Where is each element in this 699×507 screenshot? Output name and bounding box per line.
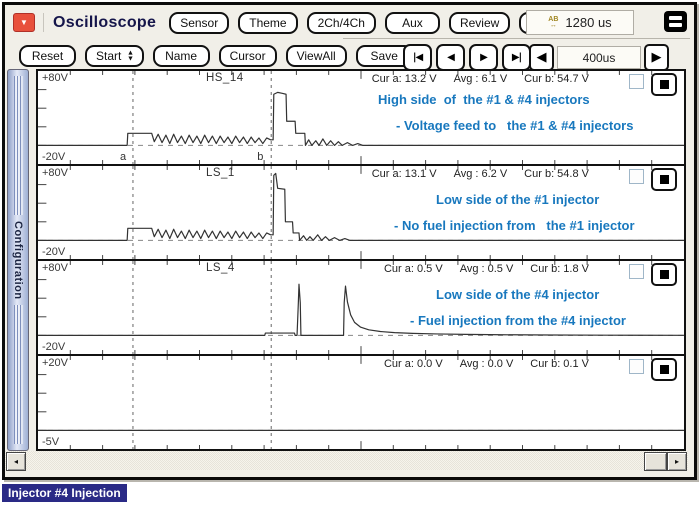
measurement-readout: Cur a: 13.2 V Avg : 6.1 V Cur b: 54.7 V bbox=[372, 73, 589, 85]
channel-checkbox[interactable] bbox=[629, 264, 644, 279]
cursor-a-value: Cur a: 0.0 V bbox=[383, 358, 443, 370]
toolbar-bottom: Reset Start ▲ ▼ Name Cursor ViewAll Save bbox=[19, 43, 422, 69]
status-badge: Injector #4 Injection bbox=[2, 484, 127, 502]
window-list-icon[interactable] bbox=[664, 11, 687, 32]
sidebar-label: Configuration bbox=[12, 220, 24, 300]
v-min-label: -20V bbox=[42, 341, 66, 353]
avg-value: Avg : 6.1 V bbox=[453, 73, 508, 85]
tab-ridge bbox=[13, 76, 23, 215]
reset-button[interactable]: Reset bbox=[19, 45, 76, 67]
channel-enable-button[interactable] bbox=[651, 358, 677, 381]
channel-checkbox[interactable] bbox=[629, 359, 644, 374]
annotation-line: - Fuel injection from the #4 injector bbox=[410, 313, 626, 328]
v-max-label: +80V bbox=[42, 72, 68, 84]
channel-2-ls1[interactable]: +80V LS_1 Cur a: 13.1 V Avg : 6.2 V Cur … bbox=[38, 166, 684, 261]
cursor-b-value: Cur b: 1.8 V bbox=[530, 263, 589, 275]
scroll-right-icon[interactable]: ▸ bbox=[667, 452, 687, 471]
theme-button[interactable]: Theme bbox=[238, 11, 298, 34]
ab-time-value: 1280 us bbox=[565, 15, 612, 30]
avg-value: Avg : 6.2 V bbox=[453, 168, 508, 180]
annotation-line: High side of the #1 & #4 injectors bbox=[378, 92, 590, 107]
cursor-a-value: Cur a: 0.5 V bbox=[383, 263, 443, 275]
scrollbar-thumb[interactable] bbox=[644, 452, 667, 471]
v-max-label: +20V bbox=[42, 357, 68, 369]
channel-checkbox[interactable] bbox=[629, 74, 644, 89]
channel-checkbox[interactable] bbox=[629, 169, 644, 184]
start-button[interactable]: Start ▲ ▼ bbox=[85, 45, 144, 67]
cursor-b-value: Cur b: 0.1 V bbox=[530, 358, 589, 370]
cursor-a-value: Cur a: 13.2 V bbox=[371, 73, 437, 85]
sidebar-configuration-tab[interactable]: Configuration bbox=[7, 69, 29, 451]
page-title: Oscilloscope bbox=[53, 13, 157, 31]
cursor-b-value: Cur b: 54.8 V bbox=[524, 168, 589, 180]
annotation-line: Low side of the #1 injector bbox=[436, 192, 600, 207]
ab-time-readout: AB ↔ 1280 us bbox=[526, 10, 634, 35]
v-min-label: -20V bbox=[42, 246, 66, 258]
annotation-line: - No fuel injection from the #1 injector bbox=[394, 218, 635, 233]
channel-name: HS_14 bbox=[205, 72, 244, 84]
channel-enable-button[interactable] bbox=[651, 168, 677, 191]
app-menu-icon[interactable]: ▼ bbox=[13, 13, 35, 32]
sensor-button[interactable]: Sensor bbox=[169, 11, 230, 34]
timebase-selector: ◀ 400us ▶ bbox=[529, 44, 669, 71]
channel-4[interactable]: +20V Cur a: 0.0 V Avg : 0.0 V Cur b: 0.1… bbox=[38, 356, 684, 451]
channel-3-ls4[interactable]: +80V LS_4 Cur a: 0.5 V Avg : 0.5 V Cur b… bbox=[38, 261, 684, 356]
spinner-icon[interactable]: ▲ ▼ bbox=[128, 50, 132, 62]
cursor-b-value: Cur b: 54.7 V bbox=[524, 73, 589, 85]
skip-end-button[interactable]: ▶| bbox=[502, 44, 531, 71]
measurement-readout: Cur a: 0.5 V Avg : 0.5 V Cur b: 1.8 V bbox=[384, 263, 589, 275]
cursor-button[interactable]: Cursor bbox=[218, 45, 277, 67]
oscilloscope-window: ▼ Oscilloscope Sensor Theme 2Ch/4Ch Aux … bbox=[2, 2, 697, 480]
measurement-readout: Cur a: 13.1 V Avg : 6.2 V Cur b: 54.8 V bbox=[372, 168, 589, 180]
channel-enable-button[interactable] bbox=[651, 73, 677, 96]
playback-controls: |◀ ◀ ▶ ▶| bbox=[403, 44, 531, 71]
review-button[interactable]: Review bbox=[448, 11, 511, 34]
cursor-b-label[interactable]: b bbox=[257, 151, 263, 163]
step-forward-button[interactable]: ▶ bbox=[469, 44, 498, 71]
timebase-increase-button[interactable]: ▶ bbox=[644, 44, 669, 71]
name-button[interactable]: Name bbox=[152, 45, 210, 67]
viewall-button[interactable]: ViewAll bbox=[285, 45, 347, 67]
horizontal-scrollbar[interactable]: ◂ ▸ bbox=[5, 451, 688, 471]
scope-plot-area: +80V HS_14 Cur a: 13.2 V Avg : 6.1 V Cur… bbox=[36, 69, 686, 451]
menu-down-icon: ▼ bbox=[20, 18, 28, 27]
channel-name: LS_4 bbox=[205, 262, 235, 274]
aux-button[interactable]: Aux bbox=[384, 11, 440, 34]
timebase-decrease-button[interactable]: ◀ bbox=[529, 44, 554, 71]
annotation-line: Low side of the #4 injector bbox=[436, 287, 600, 302]
channel-1-hs14[interactable]: +80V HS_14 Cur a: 13.2 V Avg : 6.1 V Cur… bbox=[38, 71, 684, 166]
measurement-readout: Cur a: 0.0 V Avg : 0.0 V Cur b: 0.1 V bbox=[384, 358, 589, 370]
avg-value: Avg : 0.5 V bbox=[459, 263, 514, 275]
cursor-a-value: Cur a: 13.1 V bbox=[371, 168, 437, 180]
divider bbox=[343, 38, 690, 39]
v-min-label: -5V bbox=[42, 436, 60, 448]
tab-ridge bbox=[13, 305, 23, 445]
timebase-value: 400us bbox=[557, 46, 641, 69]
avg-value: Avg : 0.0 V bbox=[459, 358, 514, 370]
channel-enable-button[interactable] bbox=[651, 263, 677, 286]
v-max-label: +80V bbox=[42, 167, 68, 179]
channel-mode-button[interactable]: 2Ch/4Ch bbox=[306, 11, 376, 34]
step-back-button[interactable]: ◀ bbox=[436, 44, 465, 71]
v-max-label: +80V bbox=[42, 262, 68, 274]
cursor-a-label[interactable]: a bbox=[120, 151, 126, 163]
channel-name: LS_1 bbox=[205, 167, 235, 179]
annotation-line: - Voltage feed to the #1 & #4 injectors bbox=[396, 118, 634, 133]
scroll-left-icon[interactable]: ◂ bbox=[6, 452, 26, 471]
ab-measure-icon: AB ↔ bbox=[548, 15, 559, 29]
v-min-label: -20V bbox=[42, 151, 66, 163]
skip-start-button[interactable]: |◀ bbox=[403, 44, 432, 71]
divider bbox=[43, 13, 44, 32]
